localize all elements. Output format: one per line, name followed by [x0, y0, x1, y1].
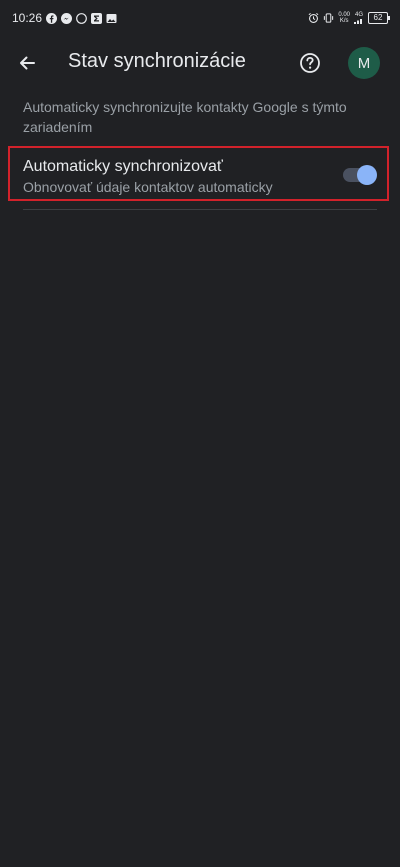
app-bar: Stav synchronizácie M	[0, 36, 400, 92]
signal-indicator: 4G	[354, 12, 364, 24]
alarm-icon	[308, 13, 319, 24]
notification-count-icon	[76, 12, 87, 24]
network-speed-unit: K/s	[339, 18, 349, 24]
sigma-app-icon	[91, 12, 103, 24]
status-time: 10:26	[12, 11, 43, 25]
facebook-icon	[46, 12, 58, 24]
arrow-back-icon	[20, 56, 35, 70]
page-title: Stav synchronizácie	[68, 50, 246, 72]
network-speed: 0.00 K/s	[338, 12, 350, 24]
divider	[23, 209, 377, 210]
auto-sync-setting-row[interactable]: Automaticky synchronizovať Obnovovať úda…	[8, 146, 389, 201]
toggle-thumb	[357, 165, 377, 185]
signal-bars-icon	[354, 19, 362, 24]
gallery-icon	[106, 13, 117, 24]
status-bar: 10:26 0.00 K/s 4G 62	[0, 0, 400, 36]
avatar-letter: M	[357, 54, 371, 72]
vibrate-icon	[323, 13, 334, 24]
back-button[interactable]	[12, 48, 42, 78]
help-button[interactable]	[296, 49, 324, 77]
account-avatar[interactable]: M	[348, 47, 380, 79]
auto-sync-subtitle: Obnovovať údaje kontaktov automaticky	[23, 179, 273, 195]
auto-sync-toggle[interactable]	[343, 165, 377, 185]
sync-description: Automaticky synchronizujte kontakty Goog…	[23, 99, 347, 135]
status-bar-left: 10:26	[12, 11, 117, 25]
auto-sync-title: Automaticky synchronizovať	[23, 158, 223, 175]
battery-level: 62	[373, 13, 383, 22]
status-bar-right: 0.00 K/s 4G 62	[308, 12, 390, 24]
messenger-icon	[61, 12, 73, 24]
battery-icon: 62	[368, 12, 390, 24]
help-icon	[300, 53, 320, 73]
